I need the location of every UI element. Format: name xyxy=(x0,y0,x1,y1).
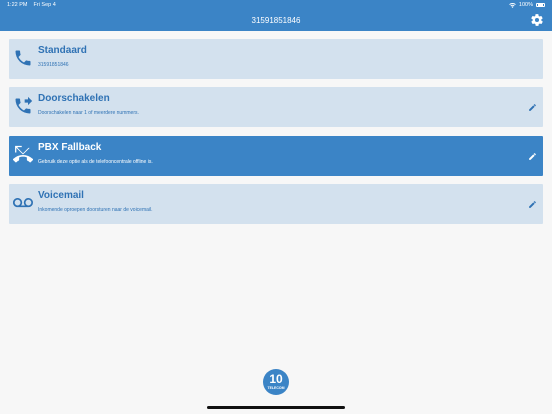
voicemail-icon xyxy=(13,198,33,208)
page-title: 31591851846 xyxy=(251,16,301,25)
option-pbx-fallback[interactable]: PBX Fallback Gebruik deze optie als de t… xyxy=(9,136,543,176)
pencil-icon[interactable] xyxy=(528,200,537,209)
logo-brand: TELECOM xyxy=(267,386,285,390)
wifi-icon xyxy=(509,2,516,8)
option-standaard[interactable]: Standaard 31591851846 xyxy=(9,39,543,79)
status-date: Fri Sep 4 xyxy=(33,2,56,8)
logo-number: 10 xyxy=(269,372,283,386)
option-title: Doorschakelen xyxy=(38,93,110,104)
option-subtitle: Inkomende oproepen doorsturen naar de vo… xyxy=(38,207,153,213)
status-bar: 1:22 PM Fri Sep 4 100% xyxy=(0,0,552,10)
call-missed-icon xyxy=(13,145,33,163)
nav-bar: 31591851846 xyxy=(0,10,552,31)
pencil-icon[interactable] xyxy=(528,103,537,112)
option-doorschakelen[interactable]: Doorschakelen Doorschakelen naar 1 of me… xyxy=(9,87,543,127)
battery-percent: 100% xyxy=(518,2,533,8)
call-forward-icon xyxy=(15,96,33,114)
option-subtitle: Gebruik deze optie als de telefooncentra… xyxy=(38,159,153,165)
phone-icon xyxy=(15,50,31,66)
option-title: PBX Fallback xyxy=(38,142,102,153)
status-right: 100% xyxy=(509,2,545,8)
option-voicemail[interactable]: Voicemail Inkomende oproepen doorsturen … xyxy=(9,184,543,224)
pencil-icon[interactable] xyxy=(528,152,537,161)
option-subtitle: 31591851846 xyxy=(38,62,69,68)
status-time: 1:22 PM xyxy=(7,2,28,8)
gear-icon[interactable] xyxy=(530,13,544,27)
home-indicator[interactable] xyxy=(207,406,345,409)
option-title: Voicemail xyxy=(38,190,84,201)
option-subtitle: Doorschakelen naar 1 of meerdere nummers… xyxy=(38,110,139,116)
battery-icon xyxy=(536,2,545,8)
option-title: Standaard xyxy=(38,45,87,56)
brand-logo: 10 TELECOM xyxy=(263,369,289,395)
